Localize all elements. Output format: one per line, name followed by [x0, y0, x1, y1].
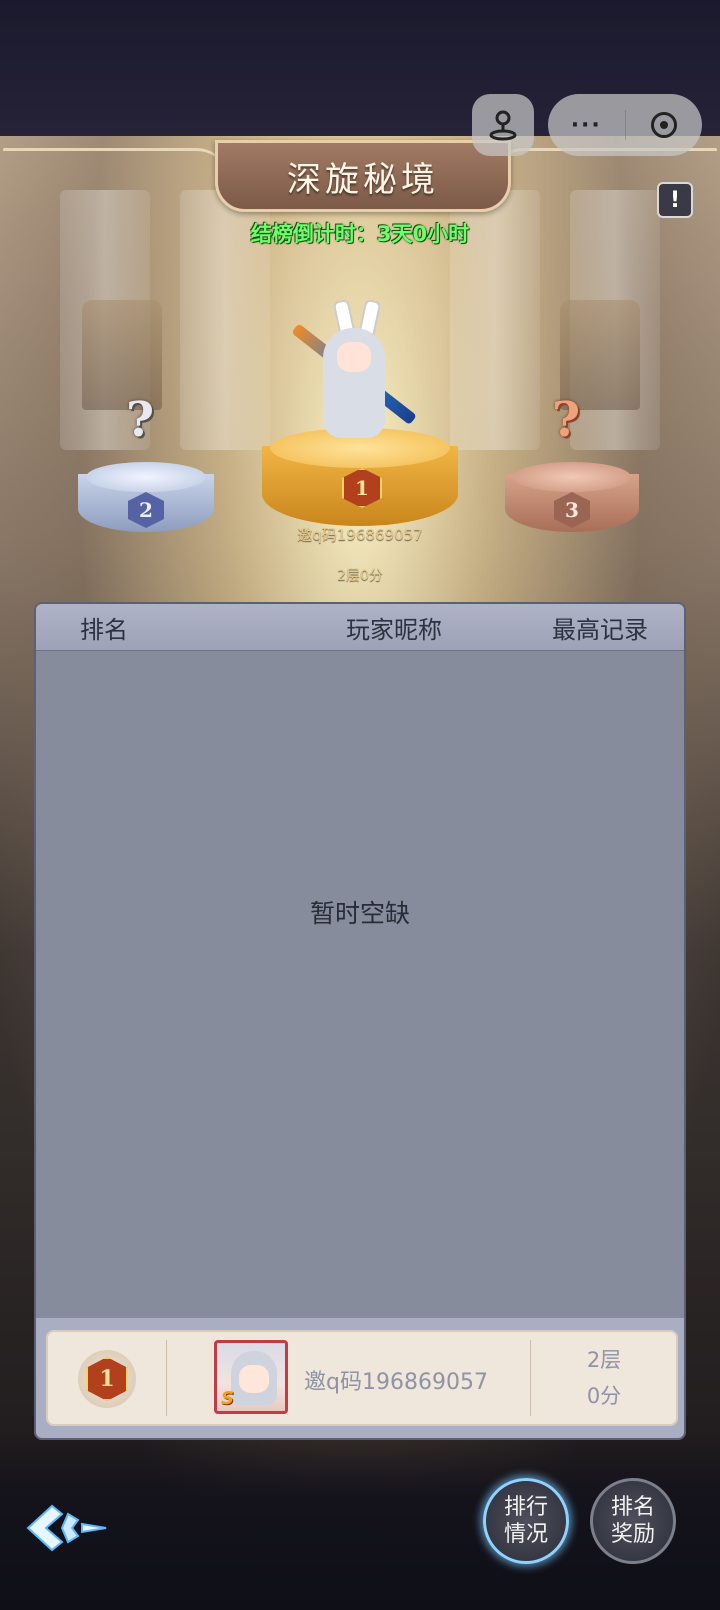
more-dots-icon: ···: [570, 112, 602, 138]
avatar-face: [239, 1365, 269, 1393]
ranking-status-label-1: 排行: [503, 1495, 548, 1520]
my-rank-badge: 1: [78, 1350, 136, 1408]
mini-program-capsule: ···: [548, 94, 702, 156]
my-best-floor: 2层: [586, 1348, 622, 1372]
column-header-rank: 排名: [80, 616, 128, 644]
first-place-score: 2层0分: [337, 568, 383, 584]
close-target-icon: [650, 112, 677, 138]
my-rank-bar: 1 S 邀q码196869057 2层 0分: [34, 1318, 686, 1440]
pedestal-top: [86, 462, 206, 492]
empty-list-message: 暂时空缺: [309, 899, 410, 928]
ranking-rewards-label-1: 排名: [610, 1495, 655, 1520]
title-wing-left: [0, 148, 234, 185]
joystick-icon: [489, 110, 517, 141]
ranking-panel: 排名 玩家昵称 最高记录 暂时空缺: [34, 602, 686, 1440]
my-best-score: 0分: [586, 1384, 622, 1408]
more-menu-button[interactable]: ···: [548, 94, 625, 156]
title-banner: 深旋秘境: [215, 140, 511, 212]
ranking-status-button[interactable]: 排行 情况: [483, 1478, 569, 1564]
ranking-rewards-label-2: 奖励: [610, 1522, 655, 1547]
character-face: [337, 342, 371, 372]
column-header-nickname: 玩家昵称: [346, 616, 442, 644]
first-place-name: 邀q码196869057: [297, 526, 423, 544]
divider: [166, 1340, 167, 1416]
close-mini-program-button[interactable]: [626, 94, 703, 156]
my-player-name: 邀q码196869057: [304, 1370, 488, 1395]
question-mark-icon: ?: [552, 392, 581, 448]
avatar[interactable]: S: [214, 1340, 288, 1414]
ranking-rewards-button[interactable]: 排名 奖励: [590, 1478, 676, 1564]
countdown-text: 结榜倒计时：3天0小时: [250, 222, 470, 246]
grade-s-icon: S: [221, 1388, 234, 1409]
column-header-best-record: 最高记录: [552, 616, 648, 644]
game-controller-button[interactable]: [472, 94, 534, 156]
arrow-logo-icon: [26, 1504, 107, 1552]
ranking-status-label-2: 情况: [503, 1522, 548, 1547]
back-logo-button[interactable]: [22, 1498, 112, 1558]
pedestal-top: [513, 462, 631, 492]
my-rank-card[interactable]: 1 S 邀q码196869057 2层 0分: [46, 1330, 678, 1426]
rank-number: 1: [86, 1357, 128, 1401]
page-title: 深旋秘境: [287, 159, 439, 200]
question-mark-icon: ?: [126, 392, 155, 448]
first-place-character-sprite[interactable]: [291, 298, 425, 450]
ranking-header: 排名 玩家昵称 最高记录: [36, 604, 684, 651]
rules-info-button[interactable]: !: [657, 182, 693, 218]
